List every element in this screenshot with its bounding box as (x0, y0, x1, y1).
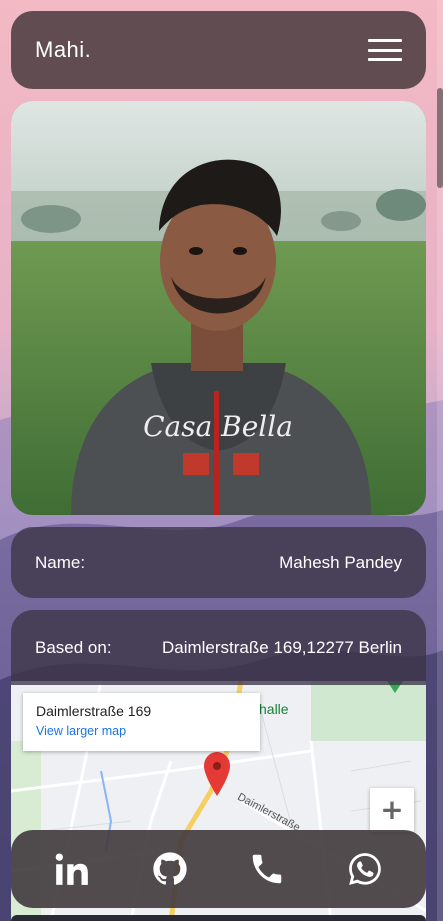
social-dock (11, 830, 426, 908)
name-value: Mahesh Pandey (279, 552, 402, 572)
location-value: Daimlerstraße 169,12277 Berlin (161, 637, 402, 657)
svg-text:Casa Bella: Casa Bella (143, 410, 293, 443)
location-label: Based on: (35, 637, 112, 657)
location-card: Based on: Daimlerstraße 169,12277 Berlin (11, 610, 426, 685)
profile-photo: Casa Bella (11, 101, 426, 515)
linkedin-icon[interactable] (48, 845, 96, 893)
view-larger-map-link[interactable]: View larger map (36, 724, 247, 738)
top-nav-bar: Mahi. (11, 11, 426, 89)
scrollbar-thumb[interactable] (437, 88, 443, 188)
name-card: Name: Mahesh Pandey (11, 527, 426, 598)
phone-icon[interactable] (243, 845, 291, 893)
map-address: Daimlerstraße 169 (36, 703, 152, 719)
hamburger-line (368, 58, 402, 61)
brand-logo-text[interactable]: Mahi. (35, 37, 91, 63)
page-footer-edge (11, 915, 426, 921)
whatsapp-icon[interactable] (341, 845, 389, 893)
map-info-window: Daimlerstraße 169 View larger map (23, 693, 260, 751)
profile-photo-illustration: Casa Bella (11, 101, 426, 515)
github-icon[interactable] (146, 845, 194, 893)
hamburger-menu-icon[interactable] (368, 39, 402, 61)
map-poi-label: halle (259, 701, 289, 717)
map-zoom-in-button[interactable]: + (370, 788, 414, 832)
hamburger-line (368, 39, 402, 42)
name-label: Name: (35, 552, 86, 572)
hamburger-line (368, 48, 402, 52)
